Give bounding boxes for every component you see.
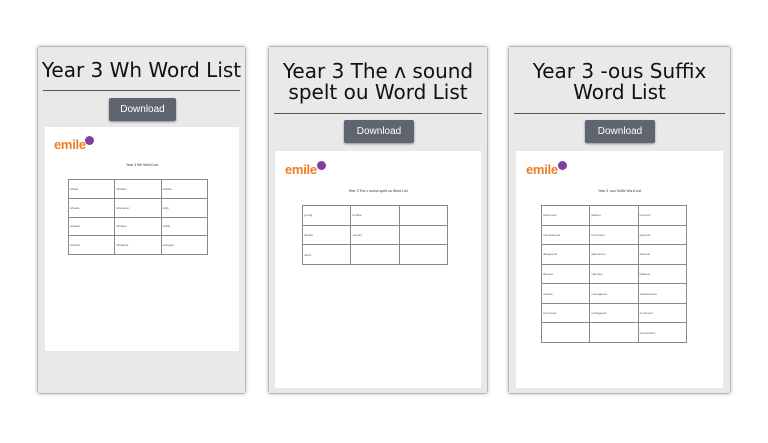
document-preview[interactable]: emile Year 3 The ʌ sound spelt ou Word L… — [275, 151, 481, 388]
table-row: dangerous glamorous obvious — [540, 244, 688, 265]
card-title-line: Year 3 -ous Suffix — [532, 59, 707, 83]
title-divider — [274, 113, 482, 114]
word-cell: whenever — [114, 197, 162, 218]
card-title-line: Year 3 Wh Word List — [41, 58, 242, 82]
table-row: enormous outrageous courteous — [540, 302, 688, 324]
word-cell: courteous — [637, 302, 688, 324]
word-cell: country — [350, 224, 400, 246]
card-title: Year 3 Wh Word List — [38, 60, 245, 81]
word-cell: famous — [540, 263, 591, 285]
word-list-card-ou: Year 3 The ʌ sound spelt ou Word List Do… — [269, 47, 487, 393]
word-cell: various — [540, 283, 591, 304]
word-cell: whacks — [67, 235, 116, 255]
word-cell: obvious — [637, 244, 688, 265]
word-cell — [398, 224, 449, 246]
document-title: Year 3 Wh Word List — [126, 163, 158, 167]
word-cell: dangerous — [540, 244, 591, 265]
title-divider — [43, 90, 240, 91]
logo-character-icon — [317, 161, 326, 170]
title-divider — [514, 113, 725, 114]
card-title: Year 3 -ous Suffix Word List — [509, 61, 730, 103]
word-cell: glorious — [637, 224, 688, 246]
word-cell: jealous — [589, 205, 639, 226]
word-table: poisonous jealous nervous mountainous humoro… — [540, 205, 688, 343]
card-title-line: Word List — [573, 80, 666, 104]
word-cell: nervous — [637, 205, 688, 226]
card-title-line: spelt ou Word List — [288, 80, 468, 104]
word-cell: whisk — [160, 216, 209, 237]
word-cell: whisker — [114, 179, 162, 199]
logo-character-icon — [558, 161, 567, 170]
word-list-card-ous: Year 3 -ous Suffix Word List Download em… — [509, 47, 730, 393]
word-cell — [589, 322, 639, 343]
word-cell: wheels — [67, 197, 116, 218]
table-row: young trouble — [301, 205, 449, 226]
download-button[interactable]: Download — [344, 120, 414, 143]
word-table: young trouble double country touch — [301, 205, 449, 265]
table-row: wheat whisker whistle — [67, 179, 209, 199]
document-preview[interactable]: emile Year 3 Wh Word List wheat whisker wh… — [45, 127, 239, 351]
word-cell: courageous — [589, 283, 639, 304]
emile-logo: emile — [526, 162, 558, 177]
word-cell — [540, 322, 591, 343]
download-button[interactable]: Download — [109, 98, 176, 121]
word-cell: enormous — [540, 302, 591, 324]
logo-character-icon — [85, 136, 94, 145]
word-cell — [350, 244, 400, 265]
word-cell: double — [301, 224, 352, 246]
word-cell: young — [301, 205, 352, 226]
word-cell: touch — [301, 244, 352, 265]
word-cell: whatever — [114, 235, 162, 255]
word-cell: trouble — [350, 205, 400, 226]
card-title: Year 3 The ʌ sound spelt ou Word List — [269, 61, 487, 103]
document-title: Year 3 The ʌ sound spelt ou Word List — [348, 189, 408, 193]
word-cell: whistle — [160, 179, 209, 199]
table-row: various courageous spontaneous — [540, 283, 688, 304]
word-cell: whip — [160, 197, 209, 218]
word-cell: glamorous — [589, 244, 639, 265]
word-cell: whisper — [114, 216, 162, 237]
table-row: tremendous — [540, 322, 688, 343]
word-cell: whisker — [67, 216, 116, 237]
table-row: double country — [301, 224, 449, 246]
word-cell — [398, 205, 449, 226]
emile-logo: emile — [54, 137, 86, 152]
table-row: mountainous humorous glorious — [540, 224, 688, 246]
table-row: whacks whatever whopper — [67, 235, 209, 255]
word-cell: whopper — [160, 235, 209, 255]
table-row: poisonous jealous nervous — [540, 205, 688, 226]
word-cell — [398, 244, 449, 265]
word-list-card-wh: Year 3 Wh Word List Download emile Year … — [38, 47, 245, 393]
table-row: wheels whenever whip — [67, 197, 209, 218]
word-table: wheat whisker whistle wheels whenever whip whi… — [67, 179, 209, 255]
word-cell: spontaneous — [637, 283, 688, 304]
table-row: touch — [301, 244, 449, 265]
word-cell: humorous — [589, 224, 639, 246]
word-cell: outrageous — [589, 302, 639, 324]
document-title: Year 3 -ous Suffix Word List — [597, 189, 642, 193]
word-cell: hideous — [637, 263, 688, 285]
card-title-line: Year 3 The ʌ sound — [282, 59, 474, 83]
download-button[interactable]: Download — [585, 120, 655, 143]
word-cell: vigorous — [589, 263, 639, 285]
table-row: famous vigorous hideous — [540, 263, 688, 285]
word-cell: tremendous — [637, 322, 688, 343]
word-cell: poisonous — [540, 205, 591, 226]
word-cell: mountainous — [540, 224, 591, 246]
document-preview[interactable]: emile Year 3 -ous Suffix Word List poiso… — [516, 151, 723, 388]
table-row: whisker whisper whisk — [67, 216, 209, 237]
emile-logo: emile — [285, 162, 317, 177]
word-cell: wheat — [67, 179, 116, 199]
